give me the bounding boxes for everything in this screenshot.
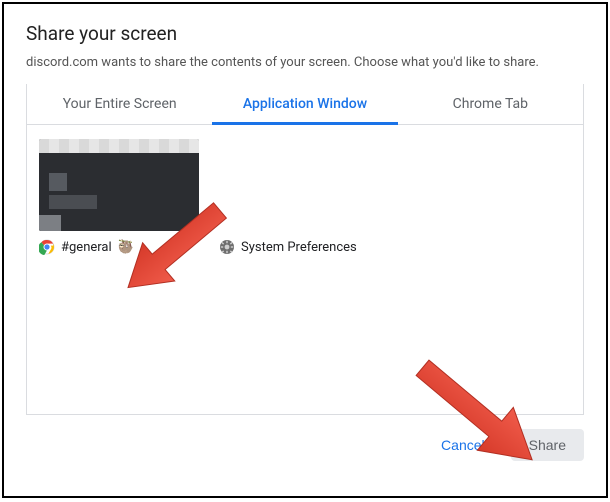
tab-chrome-tab[interactable]: Chrome Tab bbox=[398, 84, 583, 124]
source-tabs: Your Entire Screen Application Window Ch… bbox=[26, 84, 584, 125]
annotation-arrow-icon bbox=[104, 194, 244, 304]
dialog-title: Share your screen bbox=[26, 22, 584, 45]
tab-application-window[interactable]: Application Window bbox=[212, 84, 397, 125]
tab-entire-screen[interactable]: Your Entire Screen bbox=[27, 84, 212, 124]
chrome-icon bbox=[39, 239, 55, 255]
app-label: System Preferences bbox=[241, 240, 357, 255]
share-screen-dialog: Share your screen discord.com wants to s… bbox=[2, 2, 608, 498]
dialog-subtitle: discord.com wants to share the contents … bbox=[26, 55, 584, 70]
annotation-arrow-icon bbox=[400, 356, 560, 486]
